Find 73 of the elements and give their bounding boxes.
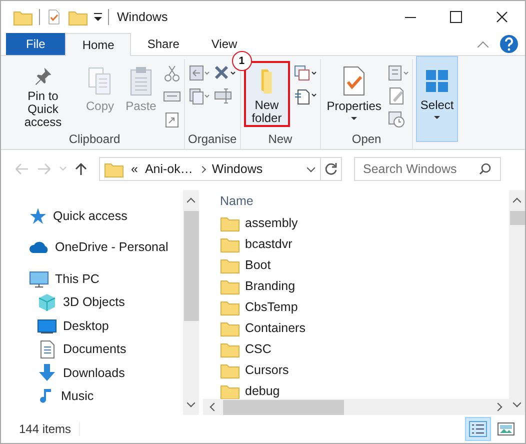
close-icon	[496, 11, 508, 23]
file-name[interactable]: Containers	[245, 320, 306, 334]
monitor-icon	[37, 316, 57, 335]
breadcrumb[interactable]: Ani-ok…	[144, 162, 193, 176]
rename-icon[interactable]	[213, 86, 233, 106]
group-label: Organise	[188, 131, 237, 148]
window-title: Windows	[117, 10, 168, 24]
minimize-icon	[404, 16, 416, 18]
dropdown-caret-icon	[351, 117, 358, 120]
item-count: 144 items	[19, 422, 80, 436]
dropdown-caret-icon	[434, 116, 440, 119]
down-arrow-icon	[37, 363, 57, 382]
navigation-item[interactable]: Documents	[29, 338, 183, 361]
properties-icon	[46, 8, 62, 26]
scrollbar[interactable]	[203, 399, 509, 415]
edit-icon[interactable]	[387, 86, 406, 106]
delete-icon[interactable]	[213, 64, 236, 82]
star-icon	[29, 206, 47, 225]
ribbon-button[interactable]: New folder	[244, 61, 290, 127]
refresh-button[interactable]	[320, 157, 342, 181]
scissors-icon[interactable]	[163, 64, 181, 82]
ribbon-button[interactable]: Properties	[324, 59, 384, 129]
customize-caret-icon[interactable]	[94, 12, 102, 22]
scrollbar[interactable]	[509, 190, 525, 415]
group-label: Open	[350, 131, 382, 148]
history-icon[interactable]	[387, 110, 406, 128]
file-name[interactable]: Branding	[245, 278, 296, 292]
breadcrumb[interactable]: Windows	[212, 162, 263, 176]
file-name[interactable]: debug	[245, 384, 280, 398]
details-view-icon	[469, 421, 487, 437]
navigation-item[interactable]: Desktop	[29, 314, 183, 338]
search-icon	[479, 163, 491, 175]
help-icon[interactable]	[499, 34, 519, 54]
navigation-item[interactable]: 3D Objects	[29, 290, 183, 314]
file-name[interactable]: assembly	[245, 216, 298, 230]
scrollbar-thumb[interactable]	[184, 211, 198, 321]
view-button[interactable]	[465, 417, 491, 441]
navigation-item[interactable]: OneDrive - Personal	[29, 236, 183, 259]
file-name[interactable]: Boot	[245, 258, 271, 272]
navigation-item[interactable]: Music	[29, 384, 183, 408]
up-arrow-icon[interactable]	[75, 162, 87, 176]
file-name[interactable]: bcastdvr	[245, 236, 292, 250]
cube-icon	[37, 292, 57, 312]
navigation-item[interactable]: Quick access	[29, 204, 183, 228]
file-name[interactable]: CbsTemp	[245, 300, 298, 314]
scrollbar[interactable]	[183, 190, 199, 415]
address-field[interactable]: « Ani-ok… Windows	[99, 157, 321, 181]
new-item-icon[interactable]	[292, 64, 317, 82]
ribbon-button[interactable]: Pin to Quick access	[8, 59, 78, 129]
scrollbar-thumb[interactable]	[510, 211, 524, 225]
ribbon-tab[interactable]: File	[6, 33, 66, 55]
navigation-item[interactable]: This PC	[29, 267, 183, 290]
search-field[interactable]: Search Windows	[354, 157, 501, 181]
ribbon-tab[interactable]: Share	[131, 33, 196, 55]
step-number-badge: 1	[232, 51, 252, 71]
file-name[interactable]: Cursors	[245, 362, 289, 376]
open-icon[interactable]	[387, 64, 410, 82]
maximize-icon	[450, 11, 462, 23]
ribbon-button[interactable]: Select	[416, 56, 458, 142]
breadcrumb[interactable]: «	[131, 162, 138, 176]
copy-to-icon[interactable]	[188, 87, 210, 105]
move-to-icon[interactable]	[188, 64, 210, 82]
refresh-icon	[324, 162, 338, 176]
column-header[interactable]: Name	[220, 194, 254, 208]
paste-shortcut-icon[interactable]	[163, 110, 181, 128]
computer-icon	[29, 270, 49, 288]
ribbon-tab[interactable]: Home	[65, 33, 132, 56]
file-name[interactable]: CSC	[245, 342, 272, 356]
group-label: New	[267, 131, 294, 148]
navigation-item[interactable]: Downloads	[29, 361, 183, 384]
scrollbar-thumb[interactable]	[223, 400, 344, 414]
large-icons-view-icon	[497, 421, 515, 437]
group-label: Clipboard	[68, 131, 122, 148]
